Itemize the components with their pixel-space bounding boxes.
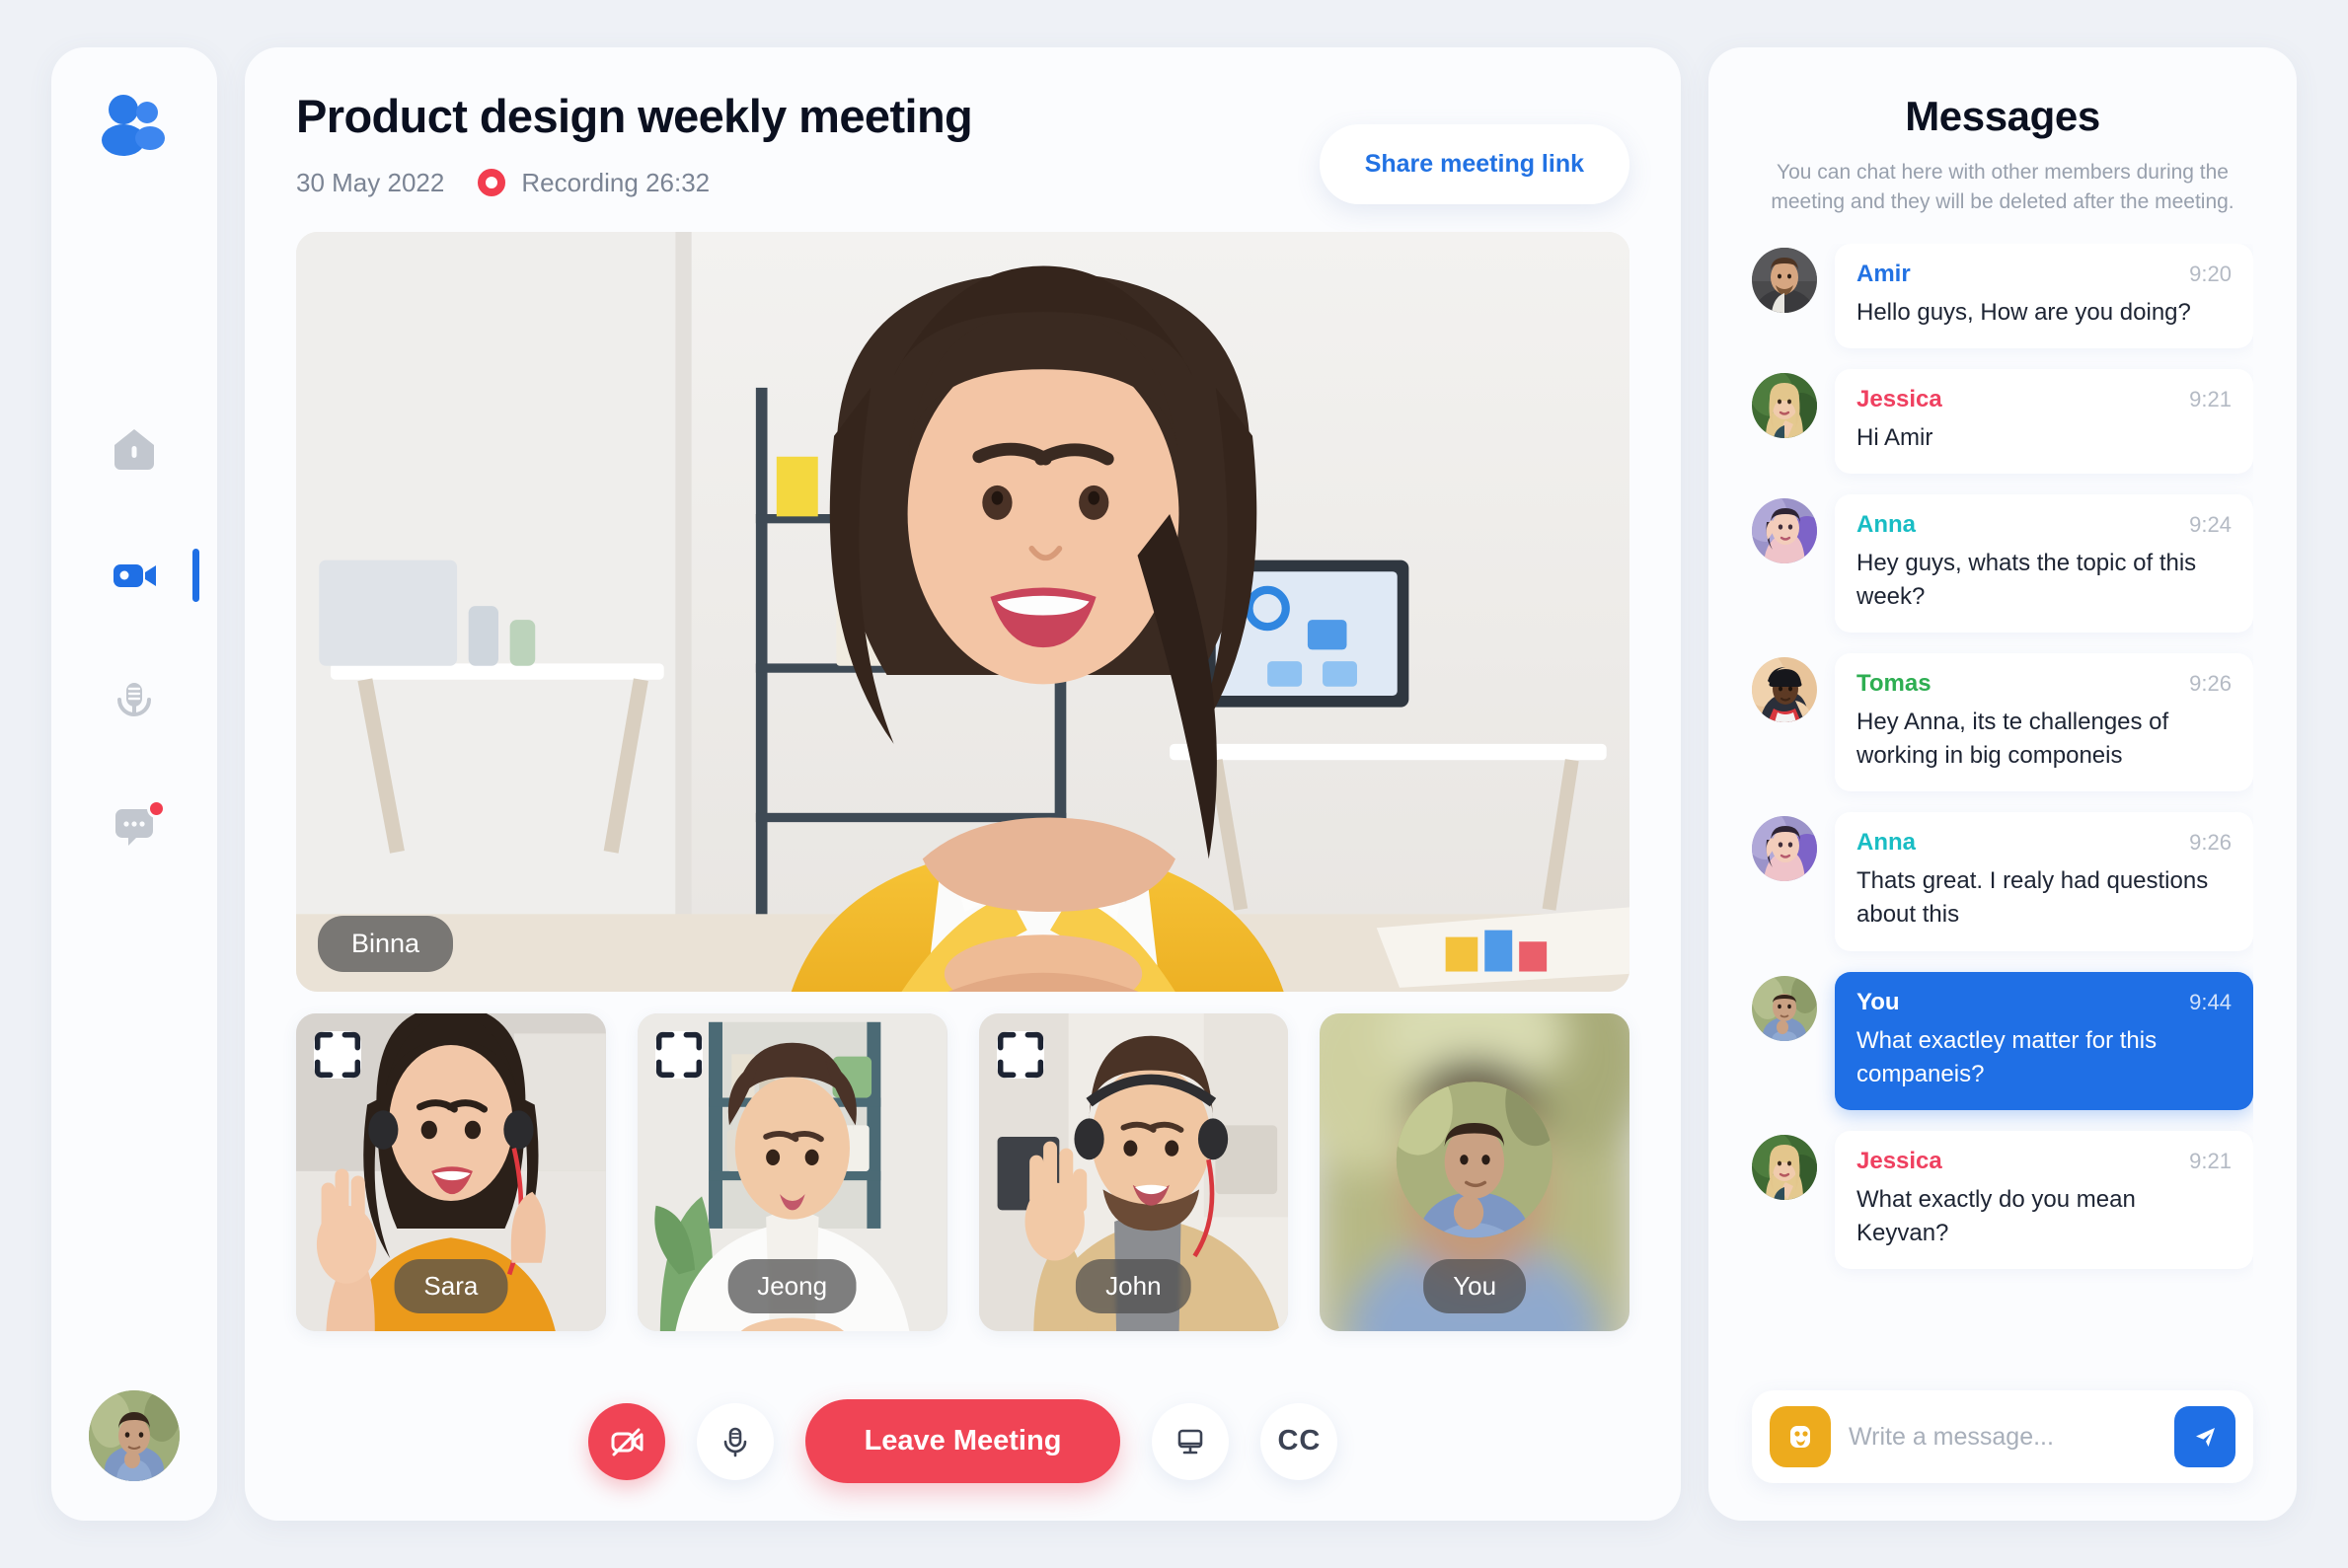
avatar bbox=[1752, 975, 1817, 1041]
screen-share-icon bbox=[1178, 1429, 1203, 1454]
camera-off-icon bbox=[611, 1428, 644, 1456]
message-list[interactable]: Amir 9:20 Hello guys, How are you doing? bbox=[1752, 243, 2253, 1369]
message-sender: Jessica bbox=[1856, 385, 1942, 412]
message-time: 9:26 bbox=[2189, 830, 2232, 856]
left-sidebar bbox=[51, 47, 217, 1521]
sidebar-item-meetings[interactable] bbox=[51, 549, 217, 603]
app-root: Product design weekly meeting 30 May 202… bbox=[0, 0, 2348, 1568]
message-sender: Jessica bbox=[1856, 1147, 1942, 1174]
message-time: 9:24 bbox=[2189, 512, 2232, 538]
message-text: What exactly do you mean Keyvan? bbox=[1856, 1185, 2136, 1246]
people-group-icon bbox=[97, 93, 172, 156]
microphone-icon bbox=[117, 683, 151, 717]
video-camera-icon bbox=[114, 564, 156, 588]
message-bubble-self: You 9:44 What exactley matter for this c… bbox=[1835, 971, 2253, 1110]
share-screen-button[interactable] bbox=[1152, 1402, 1230, 1480]
main-video-stage[interactable]: Binna bbox=[296, 231, 1629, 992]
message-sender: You bbox=[1856, 988, 1900, 1015]
emoji-smiley-icon bbox=[1790, 1426, 1810, 1448]
avatar bbox=[1752, 1134, 1817, 1200]
speaker-name-label: Binna bbox=[318, 915, 454, 972]
message-text: Hello guys, How are you doing? bbox=[1856, 298, 2191, 326]
microphone-icon bbox=[723, 1427, 746, 1456]
sidebar-item-home[interactable] bbox=[51, 424, 217, 474]
sidebar-item-audio[interactable] bbox=[51, 677, 217, 726]
avatar[interactable] bbox=[89, 1389, 180, 1481]
message-bubble: Amir 9:20 Hello guys, How are you doing? bbox=[1835, 243, 2253, 348]
recording-label: Recording 26:32 bbox=[521, 167, 711, 197]
message-text: Thats great. I realy had questions about… bbox=[1856, 867, 2209, 929]
participant-name-label: You bbox=[1423, 1258, 1527, 1313]
meeting-meta: 30 May 2022 Recording 26:32 Share meetin… bbox=[296, 123, 1629, 204]
message-bubble: Jessica 9:21 Hi Amir bbox=[1835, 368, 2253, 475]
messages-panel: Messages You can chat here with other me… bbox=[1708, 47, 2297, 1521]
message-time: 9:44 bbox=[2189, 989, 2232, 1014]
share-meeting-link-button[interactable]: Share meeting link bbox=[1319, 123, 1629, 204]
avatar bbox=[1752, 247, 1817, 313]
leave-meeting-button[interactable]: Leave Meeting bbox=[804, 1399, 1121, 1483]
speaker-video bbox=[296, 231, 1629, 992]
message-input[interactable] bbox=[1849, 1422, 2157, 1452]
message-sender: Anna bbox=[1856, 829, 1916, 857]
participant-tile[interactable]: John bbox=[978, 1012, 1289, 1331]
message-bubble: Anna 9:24 Hey guys, whats the topic of t… bbox=[1835, 494, 2253, 634]
active-indicator bbox=[192, 549, 199, 603]
expand-icon[interactable] bbox=[654, 1030, 703, 1079]
messages-subtitle: You can chat here with other members dur… bbox=[1771, 161, 2234, 214]
participant-name-label: John bbox=[1076, 1258, 1191, 1313]
message-time: 9:21 bbox=[2189, 386, 2232, 411]
message-time: 9:20 bbox=[2189, 261, 2232, 286]
avatar bbox=[1752, 372, 1817, 438]
avatar bbox=[1752, 816, 1817, 882]
message-text: What exactley matter for this companeis? bbox=[1856, 1026, 2158, 1087]
meeting-controls: Leave Meeting CC bbox=[296, 1378, 1629, 1483]
sidebar-item-messages[interactable] bbox=[51, 799, 217, 853]
expand-icon[interactable] bbox=[314, 1030, 361, 1079]
meeting-panel: Product design weekly meeting 30 May 202… bbox=[245, 47, 1681, 1521]
notification-badge bbox=[147, 799, 166, 819]
home-icon bbox=[114, 429, 154, 471]
participant-tile[interactable]: Jeong bbox=[637, 1012, 947, 1331]
recording-status: Recording 26:32 bbox=[478, 168, 710, 198]
sidebar-nav bbox=[51, 424, 217, 853]
message-sender: Anna bbox=[1856, 511, 1916, 539]
message-item: Tomas 9:26 Hey Anna, its te challenges o… bbox=[1752, 653, 2253, 792]
send-message-button[interactable] bbox=[2174, 1406, 2235, 1467]
toggle-mic-button[interactable] bbox=[696, 1402, 774, 1480]
meeting-date: 30 May 2022 bbox=[296, 167, 445, 197]
message-item: Amir 9:20 Hello guys, How are you doing? bbox=[1752, 243, 2253, 348]
message-bubble: Jessica 9:21 What exactly do you mean Ke… bbox=[1835, 1130, 2253, 1269]
participant-name-label: Jeong bbox=[727, 1258, 858, 1313]
message-time: 9:21 bbox=[2189, 1148, 2232, 1173]
toggle-camera-button[interactable] bbox=[587, 1402, 665, 1480]
messages-title: Messages bbox=[1905, 93, 2100, 139]
avatar bbox=[1752, 498, 1817, 564]
record-dot-icon bbox=[478, 169, 506, 197]
avatar bbox=[1752, 657, 1817, 723]
expand-icon[interactable] bbox=[996, 1030, 1044, 1079]
emoji-picker-button[interactable] bbox=[1770, 1406, 1831, 1467]
message-text: Hey Anna, its te challenges of working i… bbox=[1856, 709, 2169, 770]
send-paper-plane-icon bbox=[2196, 1428, 2215, 1447]
message-sender: Tomas bbox=[1856, 670, 1931, 698]
message-item: Jessica 9:21 Hi Amir bbox=[1752, 368, 2253, 475]
message-sender: Amir bbox=[1856, 260, 1911, 287]
participant-tile[interactable]: Sara bbox=[296, 1012, 606, 1331]
participant-name-label: Sara bbox=[394, 1258, 508, 1313]
message-bubble: Tomas 9:26 Hey Anna, its te challenges o… bbox=[1835, 653, 2253, 792]
message-item: Anna 9:26 Thats great. I realy had quest… bbox=[1752, 812, 2253, 951]
message-item: Jessica 9:21 What exactly do you mean Ke… bbox=[1752, 1130, 2253, 1269]
captions-button[interactable]: CC bbox=[1260, 1402, 1338, 1480]
participant-thumbnails: Sara Jeong John You bbox=[296, 1012, 1629, 1331]
participant-tile-self[interactable]: You bbox=[1320, 1012, 1629, 1331]
message-bubble: Anna 9:26 Thats great. I realy had quest… bbox=[1835, 812, 2253, 951]
message-item: Anna 9:24 Hey guys, whats the topic of t… bbox=[1752, 494, 2253, 634]
message-composer bbox=[1752, 1390, 2253, 1483]
message-item-self: You 9:44 What exactley matter for this c… bbox=[1752, 971, 2253, 1110]
message-text: Hi Amir bbox=[1856, 423, 1933, 451]
message-text: Hey guys, whats the topic of this week? bbox=[1856, 550, 2197, 611]
message-time: 9:26 bbox=[2189, 671, 2232, 697]
